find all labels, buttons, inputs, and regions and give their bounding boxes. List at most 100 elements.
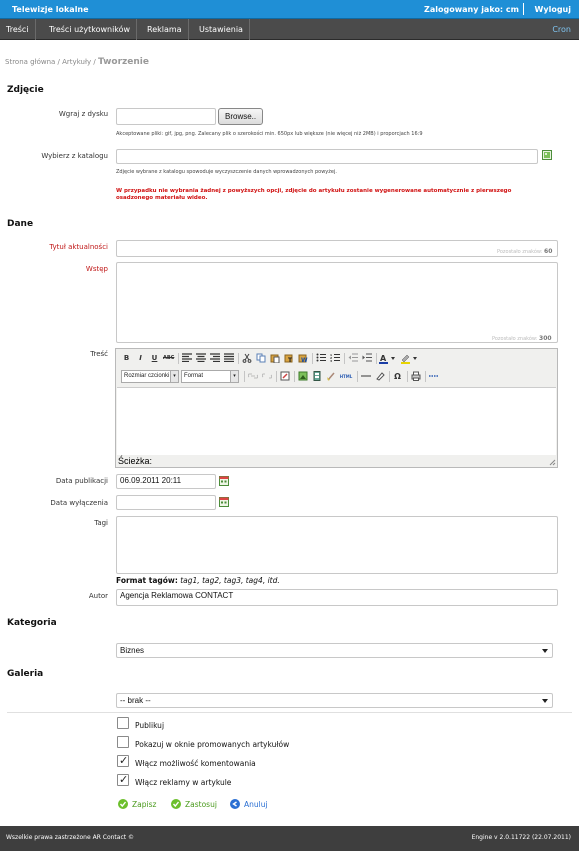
image-picker-icon[interactable] (542, 150, 552, 160)
bold-icon[interactable]: B (121, 353, 132, 364)
publish-checkbox[interactable] (117, 717, 129, 729)
paste-text-icon[interactable]: T (283, 353, 294, 364)
unlink-icon[interactable] (261, 371, 272, 382)
promote-label: Pokazuj w oknie promowanych artykułów (135, 740, 290, 749)
lead-textarea[interactable] (116, 262, 558, 343)
footer: Wszelkie prawa zastrzeżone AR Contact © … (0, 826, 579, 851)
comments-label: Włącz możliwość komentowania (135, 759, 256, 768)
bullet-list-icon[interactable] (315, 353, 326, 364)
cut-icon[interactable] (241, 353, 252, 364)
toolbar-divider (244, 371, 245, 382)
cron-link[interactable]: Cron (552, 19, 571, 40)
photo-section-title: Zdjęcie (7, 85, 44, 95)
copy-icon[interactable] (255, 353, 266, 364)
breadcrumb-articles[interactable]: Artykuły (62, 58, 91, 66)
text-color-icon[interactable]: A (379, 353, 397, 364)
svg-text:3: 3 (330, 359, 332, 362)
toolbar-divider (178, 353, 179, 364)
author-input[interactable]: Agencja Reklamowa CONTACT (116, 589, 558, 606)
upload-label: Wgraj z dysku (58, 110, 108, 118)
strikethrough-icon[interactable]: ABC (163, 353, 174, 364)
breadcrumb-home[interactable]: Strona główna (5, 58, 55, 66)
category-select[interactable]: Biznes (116, 643, 553, 658)
engine-version: Engine v 2.0.11722 (22.07.2011) (471, 834, 571, 841)
numbered-list-icon[interactable]: 123 (329, 353, 340, 364)
underline-icon[interactable]: U (149, 353, 160, 364)
page-break-icon[interactable] (428, 371, 439, 382)
nav-item-tresci[interactable]: Treści (0, 19, 36, 40)
link-icon[interactable] (247, 371, 258, 382)
breadcrumb-current: Tworzenie (97, 57, 149, 67)
catalog-label: Wybierz z katalogu (41, 152, 108, 160)
print-icon[interactable] (410, 371, 421, 382)
off-date-input[interactable] (116, 495, 216, 510)
browse-button[interactable]: Browse.. (218, 108, 264, 125)
paste-icon[interactable] (269, 353, 280, 364)
format-select[interactable]: Format ▾ (181, 370, 239, 383)
insert-image-icon[interactable] (297, 371, 308, 382)
promote-checkbox[interactable] (117, 736, 129, 748)
edit-source-icon[interactable] (279, 371, 290, 382)
title-counter-value: 60 (544, 248, 553, 255)
align-right-icon[interactable] (209, 353, 220, 364)
toolbar-divider (425, 371, 426, 382)
logout-link[interactable]: Wyloguj (535, 5, 571, 14)
logged-in-user: Zalogowany jako: cm (424, 5, 519, 14)
paste-word-icon[interactable]: W (297, 353, 308, 364)
file-path-field[interactable] (116, 108, 216, 125)
gallery-select[interactable]: -- brak -- (116, 693, 553, 708)
lead-counter: Pozostało znaków: 300 (492, 335, 552, 342)
editor-toolbar-row-2: Rozmiar czcionki ▾ Format ▾ HTML Ω (119, 369, 555, 385)
font-size-select-label: Rozmiar czcionki (124, 373, 170, 379)
lead-label: Wstęp (85, 265, 108, 273)
apply-label: Zastosuj (185, 800, 217, 809)
chevron-down-icon (542, 699, 548, 703)
header-separator (523, 3, 524, 15)
nav-item-reklama[interactable]: Reklama (141, 19, 189, 40)
align-left-icon[interactable] (181, 353, 192, 364)
nav-item-ustawienia[interactable]: Ustawienia (193, 19, 250, 40)
catalog-field[interactable] (116, 149, 538, 164)
cancel-label: Anuluj (244, 800, 268, 809)
toolbar-divider (344, 353, 345, 364)
calendar-icon[interactable] (219, 476, 229, 486)
svg-text:W: W (301, 357, 308, 363)
insert-media-icon[interactable] (311, 371, 322, 382)
pub-date-input[interactable]: 06.09.2011 20:11 (116, 474, 216, 489)
highlight-color-icon[interactable] (401, 353, 419, 364)
cleanup-icon[interactable] (325, 371, 336, 382)
align-justify-icon[interactable] (223, 353, 234, 364)
outdent-icon[interactable] (347, 353, 358, 364)
html-icon[interactable]: HTML (339, 371, 353, 382)
indent-icon[interactable] (361, 353, 372, 364)
back-arrow-icon (230, 799, 240, 809)
ads-checkbox[interactable]: ✓ (117, 773, 129, 786)
toolbar-divider (312, 353, 313, 364)
toolbar-divider (376, 353, 377, 364)
resize-handle-icon[interactable] (549, 459, 556, 466)
special-char-icon[interactable]: Ω (392, 371, 403, 382)
align-center-icon[interactable] (195, 353, 206, 364)
horizontal-rule-icon[interactable] (360, 371, 371, 382)
calendar-icon[interactable] (219, 497, 229, 507)
tags-textarea[interactable] (116, 516, 558, 574)
breadcrumb: Strona główna / Artykuły / Tworzenie (5, 57, 149, 67)
content-label: Treść (90, 350, 108, 358)
toolbar-divider (389, 371, 390, 382)
tag-format-title: Format tagów: (116, 576, 178, 585)
rich-text-editor: B I U ABC T W 123 A Rozmiar czcionki ▾ Fo… (115, 348, 558, 468)
data-section-title: Dane (7, 219, 34, 229)
remove-format-icon[interactable] (374, 371, 385, 382)
lead-counter-text: Pozostało znaków: (492, 336, 538, 342)
comments-checkbox[interactable]: ✓ (117, 754, 129, 767)
nav-item-tresci-uzytkownikow[interactable]: Treści użytkowników (43, 19, 138, 40)
font-size-select[interactable]: Rozmiar czcionki ▾ (121, 370, 179, 383)
category-select-value: Biznes (120, 646, 145, 655)
toolbar-divider (238, 353, 239, 364)
italic-icon[interactable]: I (135, 353, 146, 364)
editor-content-area[interactable] (117, 387, 556, 455)
title-counter-text: Pozostało znaków: (497, 249, 543, 255)
title-counter: Pozostało znaków: 60 (497, 248, 552, 255)
copyright-text: Wszelkie prawa zastrzeżone AR Contact © (6, 834, 135, 841)
title-input[interactable] (116, 240, 558, 257)
